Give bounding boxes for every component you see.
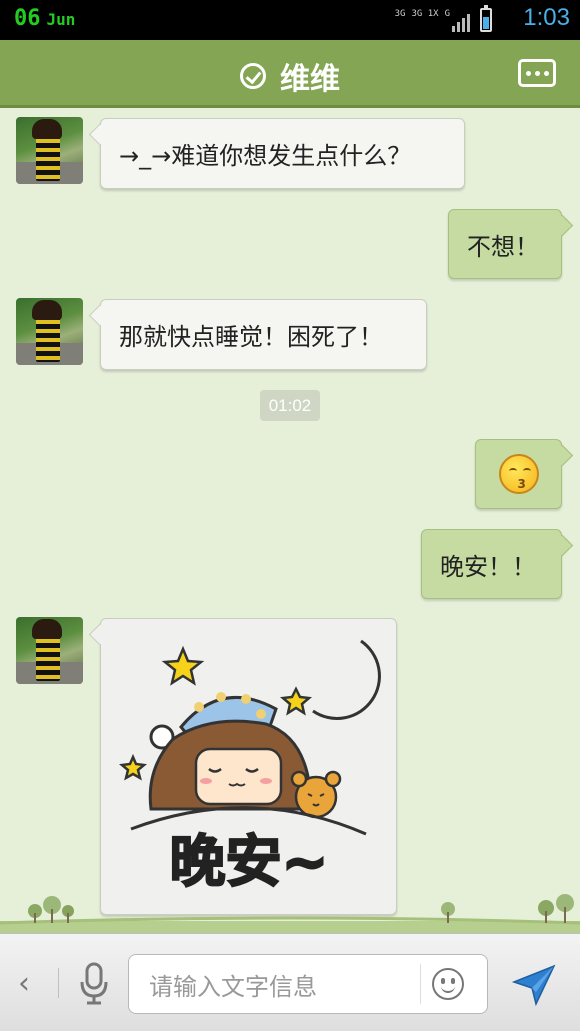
check-circle-icon (240, 63, 266, 89)
chat-title: 维维 (280, 62, 340, 97)
goodnight-sticker-image: 晚安~ (118, 639, 381, 896)
chat-header: 维维 (0, 40, 580, 108)
smiley-icon[interactable] (432, 968, 464, 1000)
avatar[interactable] (16, 117, 83, 184)
sticker-caption: 晚安~ (170, 830, 329, 895)
message-bubble-sent[interactable]: 晚安！！ (421, 529, 562, 599)
message-text: 晚安！！ (440, 552, 536, 581)
kiss-emoji-icon: 3 (498, 454, 539, 494)
divider (420, 964, 421, 1004)
network-3g-icon: 3G (394, 9, 406, 19)
status-date: 06 Jun (14, 6, 75, 31)
status-bar: 06 Jun 3G 3G 1X G 1:03 (0, 0, 580, 40)
more-options-button[interactable] (518, 59, 556, 87)
status-time: 1:03 (523, 4, 570, 31)
message-bubble-received[interactable]: 那就快点睡觉！困死了！ (100, 299, 427, 370)
message-text: 那就快点睡觉！困死了！ (119, 323, 383, 351)
sticker-message[interactable]: 晚安~ (100, 618, 397, 915)
message-bubble-sent[interactable]: 3 (475, 439, 562, 509)
avatar[interactable] (16, 298, 83, 365)
more-icon (525, 70, 531, 76)
input-bar: ‹ 请输入文字信息 (0, 933, 580, 1031)
send-icon[interactable] (512, 962, 556, 1006)
status-month: Jun (46, 10, 76, 29)
title-wrap: 维维 (0, 54, 580, 98)
network-indicators: 3G 3G 1X G (394, 5, 492, 32)
signal-strength-icon: G (445, 10, 470, 32)
microphone-icon[interactable] (78, 962, 110, 1006)
message-text: →_→难道你想发生点什么？ (119, 142, 412, 170)
chat-area[interactable]: →_→难道你想发生点什么？ 不想！ 那就快点睡觉！困死了！ 01:02 3 晚安… (0, 111, 580, 933)
divider (58, 968, 59, 998)
battery-icon (480, 5, 492, 32)
message-text: 不想！ (467, 232, 539, 261)
message-bubble-sent[interactable]: 不想！ (448, 209, 562, 279)
message-input-placeholder: 请输入文字信息 (149, 972, 317, 1001)
message-bubble-received[interactable]: →_→难道你想发生点什么？ (100, 118, 465, 189)
status-day: 06 (14, 6, 41, 31)
network-1x-icon: 3G 1X (411, 9, 439, 19)
avatar[interactable] (16, 617, 83, 684)
message-timestamp: 01:02 (260, 390, 320, 421)
chevron-left-icon[interactable]: ‹ (18, 966, 30, 1001)
grass-decoration (0, 894, 580, 933)
